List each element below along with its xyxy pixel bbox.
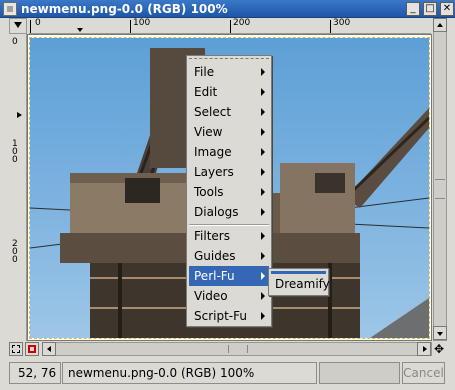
- submenu-arrow-icon: [261, 188, 265, 196]
- ruler-label: 100: [133, 18, 151, 28]
- menu-item-label: Filters: [194, 229, 230, 243]
- quickmask-on-button[interactable]: [25, 342, 39, 356]
- submenu-arrow-icon: [261, 108, 265, 116]
- ruler-label: 0: [35, 18, 41, 28]
- menu-item-file[interactable]: File: [189, 62, 269, 82]
- close-button[interactable]: ✕: [440, 2, 454, 16]
- submenu-arrow-icon: [261, 312, 265, 320]
- arrow-right-icon: [423, 346, 427, 352]
- menu-item-label: Select: [194, 105, 232, 119]
- ruler-corner-menu-button[interactable]: [9, 18, 27, 34]
- menu-item-filters[interactable]: Filters: [189, 226, 269, 246]
- menu-item-label: Layers: [194, 165, 234, 179]
- menu-item-script-fu[interactable]: Script-Fu: [189, 306, 269, 326]
- menu-item-image[interactable]: Image: [189, 142, 269, 162]
- submenu-arrow-icon: [261, 272, 265, 280]
- scrollbar-grip[interactable]: [228, 345, 248, 353]
- arrow-left-icon: [47, 346, 51, 352]
- submenu-arrow-icon: [261, 168, 265, 176]
- menu-item-select[interactable]: Select: [189, 102, 269, 122]
- menu-item-layers[interactable]: Layers: [189, 162, 269, 182]
- submenu-arrow-icon: [261, 252, 265, 260]
- ruler-label: 0: [12, 37, 18, 47]
- pointer-marker: [77, 28, 83, 32]
- menu-item-label: Dialogs: [194, 205, 239, 219]
- menu-item-perl-fu[interactable]: Perl-Fu: [189, 266, 269, 286]
- menu-item-label: File: [194, 65, 215, 79]
- scrollbar-grip[interactable]: [435, 179, 445, 199]
- menu-item-edit[interactable]: Edit: [189, 82, 269, 102]
- quickmask-icon: [28, 345, 36, 353]
- horizontal-scrollbar[interactable]: [42, 342, 432, 356]
- menu-item-dialogs[interactable]: Dialogs: [189, 202, 269, 222]
- scroll-left-button[interactable]: [42, 342, 56, 356]
- submenu-arrow-icon: [261, 148, 265, 156]
- menu-item-label: Video: [194, 289, 228, 303]
- ruler-label: 300: [333, 18, 351, 28]
- submenu-arrow-icon: [261, 88, 265, 96]
- scroll-up-button[interactable]: [433, 18, 447, 32]
- arrow-down-icon: [437, 332, 443, 336]
- ruler-label: 1 0 0: [12, 139, 18, 165]
- pointer-coordinates: 52, 76: [9, 362, 61, 384]
- pointer-marker: [17, 112, 22, 118]
- scroll-down-button[interactable]: [433, 326, 447, 340]
- menu-item-label: Guides: [194, 249, 236, 263]
- quickmask-icon: [12, 345, 20, 353]
- quickmask-off-button[interactable]: [9, 342, 23, 356]
- menu-item-label: Tools: [194, 185, 224, 199]
- title-bar[interactable]: newmenu.png-0.0 (RGB) 100% _ □ ✕: [0, 0, 455, 18]
- submenu-arrow-icon: [261, 232, 265, 240]
- menu-item-label: Perl-Fu: [194, 269, 235, 283]
- menu-item-guides[interactable]: Guides: [189, 246, 269, 266]
- ruler-label: 2 0 0: [12, 239, 18, 265]
- ruler-label: 200: [233, 18, 251, 28]
- perl-fu-submenu[interactable]: Dreamify: [268, 268, 330, 296]
- status-title: newmenu.png-0.0 (RGB) 100%: [62, 362, 317, 384]
- minimize-button[interactable]: _: [406, 2, 420, 16]
- progress-bar: [319, 362, 400, 384]
- maximize-button[interactable]: □: [423, 2, 437, 16]
- horizontal-ruler[interactable]: 0 100 200 300: [29, 18, 431, 34]
- vertical-ruler[interactable]: 0 1 0 0 2 0 0: [9, 34, 27, 341]
- submenu-arrow-icon: [261, 208, 265, 216]
- arrow-up-icon: [437, 23, 443, 27]
- cancel-button[interactable]: Cancel: [402, 362, 445, 384]
- navigate-button[interactable]: ✥: [433, 342, 447, 356]
- submenu-arrow-icon: [261, 292, 265, 300]
- menu-item-tools[interactable]: Tools: [189, 182, 269, 202]
- image-context-menu[interactable]: File Edit Select View Image Layers Tools…: [186, 55, 272, 327]
- submenu-arrow-icon: [261, 128, 265, 136]
- menu-item-label: Image: [194, 145, 232, 159]
- menu-item-label: View: [194, 125, 223, 139]
- menu-item-label: Edit: [194, 85, 218, 99]
- window-app-icon[interactable]: [3, 2, 17, 16]
- nav-crosshair-icon: ✥: [434, 342, 445, 356]
- scroll-right-button[interactable]: [417, 342, 431, 356]
- window-title: newmenu.png-0.0 (RGB) 100%: [21, 2, 228, 16]
- menu-item-dreamify[interactable]: Dreamify: [271, 275, 330, 293]
- submenu-tearoff[interactable]: [271, 271, 326, 274]
- submenu-arrow-icon: [261, 68, 265, 76]
- menu-item-label: Script-Fu: [194, 309, 247, 323]
- menu-item-view[interactable]: View: [189, 122, 269, 142]
- vertical-scrollbar[interactable]: [433, 18, 447, 341]
- menu-item-video[interactable]: Video: [189, 286, 269, 306]
